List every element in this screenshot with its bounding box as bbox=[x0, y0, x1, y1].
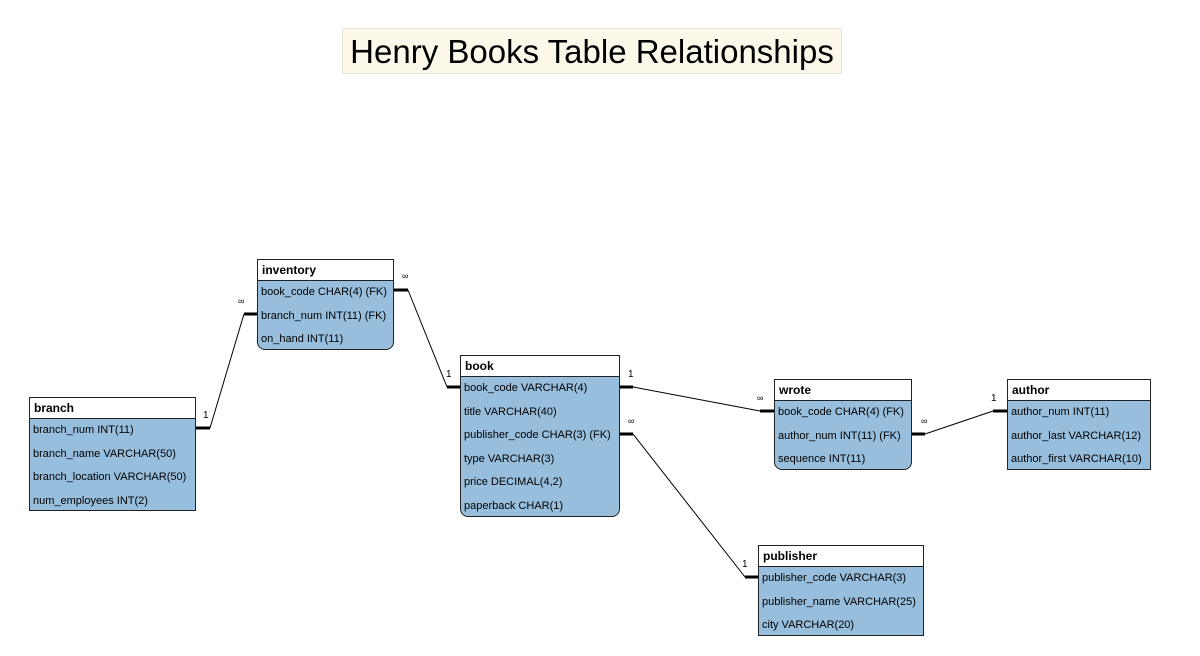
cardinality-label: ∞ bbox=[757, 393, 764, 403]
cardinality-label: 1 bbox=[991, 393, 997, 404]
cardinality-label: 1 bbox=[446, 369, 452, 380]
cardinality-label: 1 bbox=[742, 559, 748, 570]
field-row: branch_name VARCHAR(50) bbox=[33, 447, 176, 460]
field-row: city VARCHAR(20) bbox=[762, 619, 855, 631]
cardinality-label: ∞ bbox=[238, 296, 245, 306]
field-row: type VARCHAR(3) bbox=[464, 452, 555, 465]
field-row: book_code VARCHAR(4) bbox=[464, 382, 588, 394]
relationship-lines bbox=[196, 288, 1008, 579]
field-row: sequence INT(11) bbox=[778, 453, 866, 465]
cardinality-label: 1 bbox=[203, 410, 209, 421]
field-row: book_code CHAR(4) (FK) bbox=[261, 286, 387, 298]
entity-header: author bbox=[1008, 380, 1150, 401]
entity-author[interactable]: author author_num INT(11) author_last VA… bbox=[1007, 379, 1151, 470]
relationship-book-wrote bbox=[619, 385, 775, 413]
entity-publisher[interactable]: publisher publisher_code VARCHAR(3) publ… bbox=[758, 545, 924, 636]
cardinality-label: ∞ bbox=[402, 271, 409, 281]
field-row: publisher_code CHAR(3) (FK) bbox=[464, 429, 611, 441]
field-row: publisher_name VARCHAR(25) bbox=[762, 595, 916, 608]
field-row: author_first VARCHAR(10) bbox=[1011, 453, 1142, 465]
field-row: branch_num INT(11) bbox=[33, 424, 134, 436]
field-row: book_code CHAR(4) (FK) bbox=[778, 406, 904, 418]
cardinality-label: 1 bbox=[628, 369, 634, 380]
field-row: num_employees INT(2) bbox=[33, 494, 148, 507]
field-row: author_num INT(11) (FK) bbox=[778, 429, 901, 442]
entity-header: inventory bbox=[258, 260, 393, 281]
relationship-book-publisher bbox=[619, 432, 759, 579]
field-row: author_last VARCHAR(12) bbox=[1011, 429, 1142, 442]
field-row: paperback CHAR(1) bbox=[464, 499, 564, 512]
field-row: price DECIMAL(4,2) bbox=[464, 476, 563, 488]
entity-header: branch bbox=[30, 398, 195, 419]
cardinality-label: ∞ bbox=[628, 416, 635, 426]
entity-book[interactable]: book book_code VARCHAR(4) title VARCHAR(… bbox=[460, 355, 620, 517]
entity-header: publisher bbox=[759, 546, 923, 567]
entity-inventory[interactable]: inventory book_code CHAR(4) (FK) branch_… bbox=[257, 259, 394, 350]
entity-branch[interactable]: branch branch_num INT(11) branch_name VA… bbox=[29, 397, 196, 511]
field-row: author_num INT(11) bbox=[1011, 406, 1110, 418]
cardinality-label: ∞ bbox=[921, 416, 928, 426]
entity-header: wrote bbox=[775, 380, 911, 401]
entity-wrote[interactable]: wrote book_code CHAR(4) (FK) author_num … bbox=[774, 379, 912, 470]
field-row: branch_num INT(11) (FK) bbox=[261, 309, 387, 322]
field-row: title VARCHAR(40) bbox=[464, 405, 557, 418]
field-row: publisher_code VARCHAR(3) bbox=[762, 572, 907, 584]
field-row: branch_location VARCHAR(50) bbox=[33, 471, 187, 483]
field-row: on_hand INT(11) bbox=[261, 333, 344, 345]
entity-header: book bbox=[461, 356, 619, 377]
